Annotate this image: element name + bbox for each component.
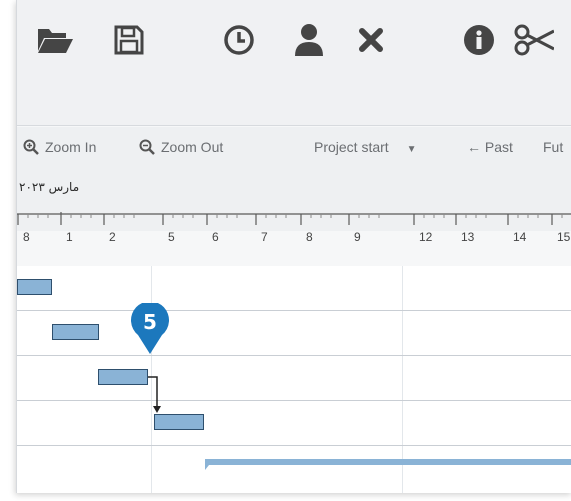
zoom-in-label: Zoom In xyxy=(45,139,97,155)
ruler-tick-label: 6 xyxy=(212,230,219,244)
save-icon[interactable] xyxy=(107,18,151,62)
ruler-tick-label: 5 xyxy=(168,230,175,244)
callout-number: 5 xyxy=(143,310,157,334)
project-start-select[interactable]: Project start ▼ xyxy=(314,139,417,155)
ruler-tick-label: 9 xyxy=(354,230,361,244)
project-start-label: Project start xyxy=(314,139,389,155)
ruler-tick-label: 8 xyxy=(23,230,30,244)
ruler-tick-label: 1 xyxy=(66,230,73,244)
close-icon[interactable] xyxy=(349,18,393,62)
user-icon[interactable] xyxy=(287,18,331,62)
gantt-header: Zoom In Zoom Out Project start ▼ ← Past … xyxy=(17,127,571,244)
past-label: ← Past xyxy=(467,139,513,155)
zoom-out-label: Zoom Out xyxy=(161,139,224,155)
gantt-chart xyxy=(17,266,571,493)
scissors-icon[interactable] xyxy=(512,18,556,62)
ruler-tick-label: 7 xyxy=(261,230,268,244)
future-label: Fut xyxy=(543,139,564,155)
callout-badge: 5 xyxy=(131,301,169,360)
open-folder-icon[interactable] xyxy=(33,18,77,62)
zoom-in-icon xyxy=(23,139,39,155)
ruler-tick-label: 12 xyxy=(419,230,433,244)
zoom-in-button[interactable]: Zoom In xyxy=(23,139,96,155)
ruler-tick-label: 13 xyxy=(461,230,475,244)
info-icon[interactable] xyxy=(457,18,501,62)
timeline-date-label: مارس ٢٠٢٣ xyxy=(19,180,80,194)
zoom-out-icon xyxy=(139,139,155,155)
future-button[interactable]: Fut xyxy=(543,139,563,155)
toolbar xyxy=(17,0,571,126)
chevron-down-icon: ▼ xyxy=(406,144,417,155)
ruler-tick-label: 14 xyxy=(513,230,527,244)
past-button[interactable]: ← Past xyxy=(467,139,513,155)
ruler-tick-label: 15 xyxy=(557,230,571,244)
zoom-out-button[interactable]: Zoom Out xyxy=(139,139,223,155)
timeline-ruler: 8 1 2 5 6 7 8 9 12 13 14 15 xyxy=(17,204,571,260)
summary-bar[interactable] xyxy=(197,458,571,472)
ruler-tick-label: 2 xyxy=(109,230,116,244)
clock-icon[interactable] xyxy=(217,18,261,62)
app-window: Zoom In Zoom Out Project start ▼ ← Past … xyxy=(16,0,571,493)
ruler-tick-label: 8 xyxy=(306,230,313,244)
